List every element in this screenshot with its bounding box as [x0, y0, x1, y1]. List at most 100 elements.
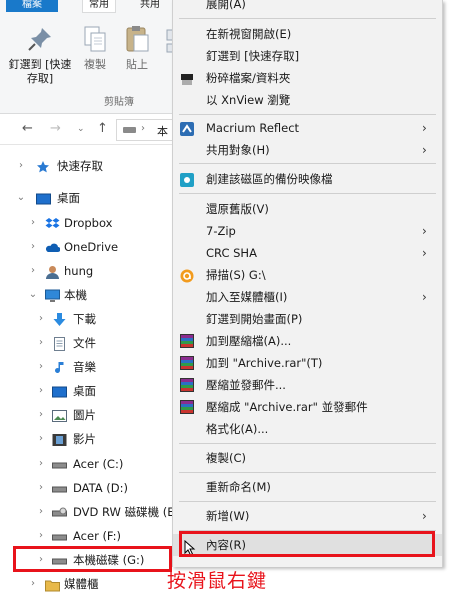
up-arrow-icon[interactable]: ↑ — [97, 121, 108, 136]
tree-item-downloads[interactable]: › 下載 — [0, 308, 175, 330]
winrar-icon — [180, 400, 194, 414]
chevron-right-icon[interactable]: › — [36, 308, 46, 330]
menu-item-add-to-library[interactable]: 加入至媒體櫃(I) › — [173, 286, 442, 308]
chevron-right-icon[interactable]: › — [28, 212, 38, 234]
tree-item-onedrive[interactable]: › OneDrive — [0, 236, 175, 258]
tree-item-drive-c[interactable]: › Acer (C:) — [0, 453, 175, 475]
chevron-right-icon[interactable]: › — [36, 428, 46, 450]
drive-icon — [123, 127, 136, 133]
chevron-right-icon: › — [422, 246, 427, 260]
menu-item-compress-rar-email[interactable]: 壓縮成 "Archive.rar" 並發郵件 — [173, 396, 442, 418]
tree-item-libraries[interactable]: › 媒體櫃 — [0, 573, 175, 595]
chevron-down-icon[interactable]: ⌄ — [28, 284, 38, 306]
menu-item-add-to-archive[interactable]: 加到壓縮檔(A)... — [173, 330, 442, 352]
tree-item-drive-e[interactable]: › DVD RW 磁碟機 (E — [0, 501, 175, 523]
antivirus-icon — [180, 268, 194, 283]
user-icon — [45, 264, 60, 279]
ribbon: 檔案 常用 共用 釘選到 [快速存取] 複製 貼上 剪貼簿 — [0, 0, 175, 114]
tree-item-videos[interactable]: › 影片 — [0, 428, 175, 450]
menu-separator — [179, 18, 436, 19]
menu-item-share-with[interactable]: 共用對象(H) › — [173, 139, 442, 161]
chevron-right-icon[interactable]: › — [36, 356, 46, 378]
tab-file[interactable]: 檔案 — [6, 0, 58, 12]
menu-item-scan[interactable]: 掃描(S) G:\ — [173, 264, 442, 286]
pin-label: 釘選到 [快速存取] — [8, 58, 72, 85]
drive-icon — [52, 457, 67, 471]
chevron-down-icon[interactable]: ⌄ — [16, 187, 26, 209]
menu-item-pin-start[interactable]: 釘選到開始畫面(P) — [173, 308, 442, 330]
menu-item-open-new-window[interactable]: 在新視窗開啟(E) — [173, 23, 442, 45]
star-icon — [36, 159, 51, 173]
highlight-box-drive-g — [13, 546, 172, 572]
tree-item-drive-d[interactable]: › DATA (D:) — [0, 477, 175, 499]
tree-item-user[interactable]: › hung — [0, 260, 175, 282]
menu-separator — [179, 193, 436, 194]
tab-share[interactable]: 共用 — [134, 0, 166, 12]
chevron-right-icon[interactable]: › — [36, 332, 46, 354]
chevron-right-icon[interactable]: › — [36, 525, 46, 547]
menu-item-format[interactable]: 格式化(A)... — [173, 418, 442, 440]
address-field[interactable]: › 本 — [116, 119, 176, 141]
picture-icon — [52, 408, 67, 422]
chevron-right-icon[interactable]: › — [28, 260, 38, 282]
menu-item-copy[interactable]: 複製(C) — [173, 447, 442, 469]
menu-item-compress-email[interactable]: 壓縮並發郵件... — [173, 374, 442, 396]
paste-button[interactable]: 貼上 — [120, 24, 154, 72]
chevron-right-icon[interactable]: › — [36, 477, 46, 499]
menu-item-pin-quick-access[interactable]: 釘選到 [快速存取] — [173, 45, 442, 67]
copy-label: 複製 — [84, 58, 106, 71]
tree-label: DVD RW 磁碟機 (E — [73, 505, 175, 519]
dropbox-icon — [45, 216, 60, 230]
library-folder-icon — [45, 577, 60, 592]
tree-item-drive-f[interactable]: › Acer (F:) — [0, 525, 175, 547]
menu-item-crc-sha[interactable]: CRC SHA › — [173, 242, 442, 264]
document-icon — [52, 336, 67, 351]
menu-item-create-backup-image[interactable]: 創建該磁區的備份映像檔 — [173, 168, 442, 190]
film-icon — [52, 432, 67, 446]
tree-item-this-pc[interactable]: ⌄ 本機 — [0, 284, 175, 306]
menu-item-restore-previous[interactable]: 還原舊版(V) — [173, 198, 442, 220]
menu-item-rename[interactable]: 重新命名(M) — [173, 476, 442, 498]
tree-item-music[interactable]: › 音樂 — [0, 356, 175, 378]
chevron-right-icon[interactable]: › — [36, 380, 46, 402]
tree-label: Acer (F:) — [73, 529, 122, 543]
chevron-right-icon[interactable]: › — [28, 236, 38, 258]
menu-item-xnview[interactable]: 以 XnView 瀏覽 — [173, 89, 442, 111]
backup-image-icon — [180, 172, 194, 187]
tree-label: 圖片 — [73, 408, 96, 422]
tree-label: 影片 — [73, 432, 96, 446]
tab-home[interactable]: 常用 — [82, 0, 116, 13]
tree-label: 桌面 — [57, 191, 80, 205]
address-bar: ← → ⌄ ↑ › 本 — [0, 114, 176, 145]
menu-item-add-to-archive-rar[interactable]: 加到 "Archive.rar"(T) — [173, 352, 442, 374]
music-note-icon — [52, 360, 67, 374]
tree-item-dropbox[interactable]: › Dropbox — [0, 212, 175, 234]
back-icon[interactable]: ← — [22, 121, 33, 136]
tree-item-pictures[interactable]: › 圖片 — [0, 404, 175, 426]
menu-item-expand[interactable]: 展開(A) — [173, 0, 442, 15]
chevron-right-icon[interactable]: › — [36, 501, 46, 523]
tree-label: 桌面 — [73, 384, 96, 398]
copy-button[interactable]: 複製 — [78, 24, 112, 72]
chevron-right-icon[interactable]: › — [28, 573, 38, 595]
tree-item-documents[interactable]: › 文件 — [0, 332, 175, 354]
menu-separator — [179, 501, 436, 502]
chevron-right-icon[interactable]: › — [36, 404, 46, 426]
winrar-icon — [180, 356, 194, 370]
context-menu: 展開(A) 在新視窗開啟(E) 釘選到 [快速存取] 粉碎檔案/資料夾 以 Xn… — [172, 0, 443, 567]
tree-item-desktop-folder[interactable]: › 桌面 — [0, 380, 175, 402]
tree-item-desktop[interactable]: ⌄ 桌面 — [0, 187, 175, 209]
tree-item-quick-access[interactable]: › 快速存取 — [0, 155, 175, 177]
tree-label: 本機 — [64, 288, 87, 302]
menu-item-new[interactable]: 新增(W) › — [173, 505, 442, 527]
menu-item-7zip[interactable]: 7-Zip › — [173, 220, 442, 242]
chevron-right-icon[interactable]: › — [36, 453, 46, 475]
paste-label: 貼上 — [126, 58, 148, 71]
forward-icon[interactable]: → — [50, 121, 61, 136]
chevron-down-icon[interactable]: ⌄ — [77, 124, 85, 134]
menu-item-shred[interactable]: 粉碎檔案/資料夾 — [173, 67, 442, 89]
chevron-right-icon[interactable]: › — [16, 155, 26, 177]
pin-to-quick-access-button[interactable]: 釘選到 [快速存取] — [8, 24, 72, 86]
winrar-icon — [180, 334, 194, 348]
menu-item-macrium[interactable]: Macrium Reflect › — [173, 117, 442, 139]
